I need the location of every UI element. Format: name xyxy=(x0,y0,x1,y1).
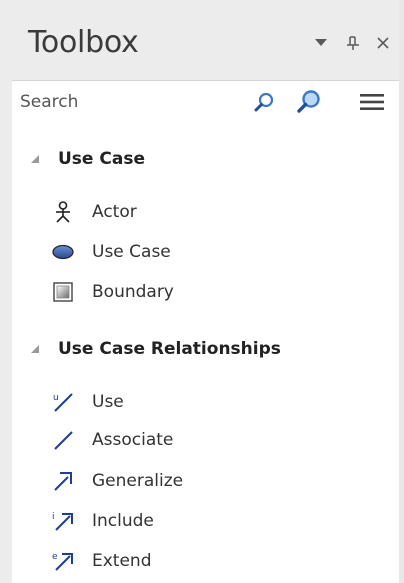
search-button[interactable] xyxy=(250,88,278,116)
item-label: Boundary xyxy=(92,282,174,302)
group-label: Use Case xyxy=(58,149,145,169)
use-case-ellipse-icon xyxy=(52,241,74,263)
pin-icon xyxy=(347,36,359,50)
dropdown-arrow-icon xyxy=(315,39,327,46)
menu-button[interactable] xyxy=(358,88,386,116)
search-icon xyxy=(254,92,274,112)
close-button[interactable] xyxy=(372,32,394,54)
item-label: Include xyxy=(92,511,154,531)
associate-icon xyxy=(52,429,74,451)
collapse-triangle-icon xyxy=(31,155,39,163)
pin-button[interactable] xyxy=(342,32,364,54)
search-input[interactable] xyxy=(20,89,250,115)
find-icon xyxy=(297,90,320,113)
extend-icon: e xyxy=(52,550,74,572)
item-label: Extend xyxy=(92,551,152,571)
toolbox-item-generalize[interactable]: Generalize xyxy=(52,467,183,495)
group-label: Use Case Relationships xyxy=(58,339,281,359)
toolbox-item-actor[interactable]: Actor xyxy=(52,198,137,226)
item-label: Actor xyxy=(92,202,137,222)
search-bar xyxy=(12,80,399,124)
use-relationship-icon: u xyxy=(52,391,74,413)
item-label: Generalize xyxy=(92,471,184,491)
group-header-use-case[interactable]: Use Case xyxy=(22,146,145,172)
panel-left-border xyxy=(0,0,12,583)
item-label: Use xyxy=(92,392,124,412)
svg-text:u: u xyxy=(53,393,59,403)
toolbox-item-use-case[interactable]: Use Case xyxy=(52,238,171,266)
close-icon xyxy=(377,37,389,49)
dropdown-button[interactable] xyxy=(310,32,332,54)
include-icon: i xyxy=(52,510,74,532)
generalize-icon xyxy=(52,470,74,492)
item-label: Associate xyxy=(92,430,174,450)
hamburger-menu-icon xyxy=(360,94,384,110)
item-label: Use Case xyxy=(92,242,171,262)
toolbox-item-associate[interactable]: Associate xyxy=(52,426,173,454)
panel-right-edge xyxy=(399,0,404,583)
svg-text:e: e xyxy=(52,552,58,562)
svg-text:i: i xyxy=(52,512,55,522)
actor-icon xyxy=(52,201,74,223)
group-header-use-case-relationships[interactable]: Use Case Relationships xyxy=(22,336,281,362)
toolbox-item-boundary[interactable]: Boundary xyxy=(52,278,174,306)
toolbox-content: Use Case Actor Use Case Boundary Use Cas… xyxy=(12,123,399,583)
toolbox-title: Toolbox xyxy=(28,25,139,60)
toolbox-item-extend[interactable]: e Extend xyxy=(52,547,152,575)
collapse-triangle-icon xyxy=(31,345,39,353)
boundary-icon xyxy=(52,281,74,303)
toolbox-item-include[interactable]: i Include xyxy=(52,507,154,535)
find-button[interactable] xyxy=(295,88,323,116)
toolbox-panel: Toolbox Search Use Case Actor Use Case B… xyxy=(0,0,404,583)
toolbox-item-use[interactable]: u Use xyxy=(52,388,124,416)
toolbox-titlebar: Toolbox xyxy=(12,0,399,80)
